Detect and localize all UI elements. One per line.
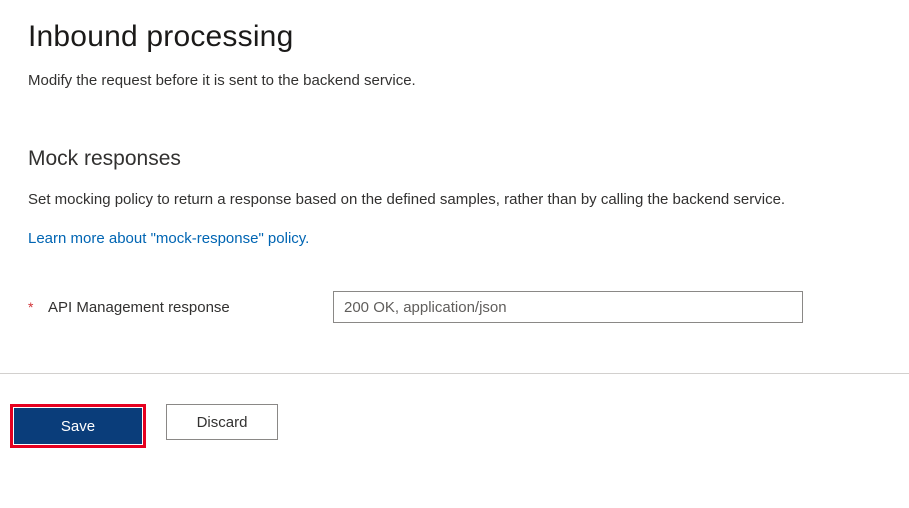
action-buttons: Save Discard: [0, 374, 909, 448]
save-button-highlight: Save: [10, 404, 146, 448]
page-description: Modify the request before it is sent to …: [28, 72, 881, 89]
mock-responses-title: Mock responses: [28, 147, 881, 171]
mock-responses-description: Set mocking policy to return a response …: [28, 191, 881, 208]
api-response-row: * API Management response: [28, 291, 881, 323]
page-title: Inbound processing: [28, 20, 881, 54]
learn-more-link[interactable]: Learn more about "mock-response" policy.: [28, 230, 309, 247]
save-button[interactable]: Save: [14, 408, 142, 444]
api-response-label: API Management response: [48, 299, 323, 316]
discard-button[interactable]: Discard: [166, 404, 278, 440]
api-response-select[interactable]: [333, 291, 803, 323]
required-indicator: *: [28, 299, 38, 315]
